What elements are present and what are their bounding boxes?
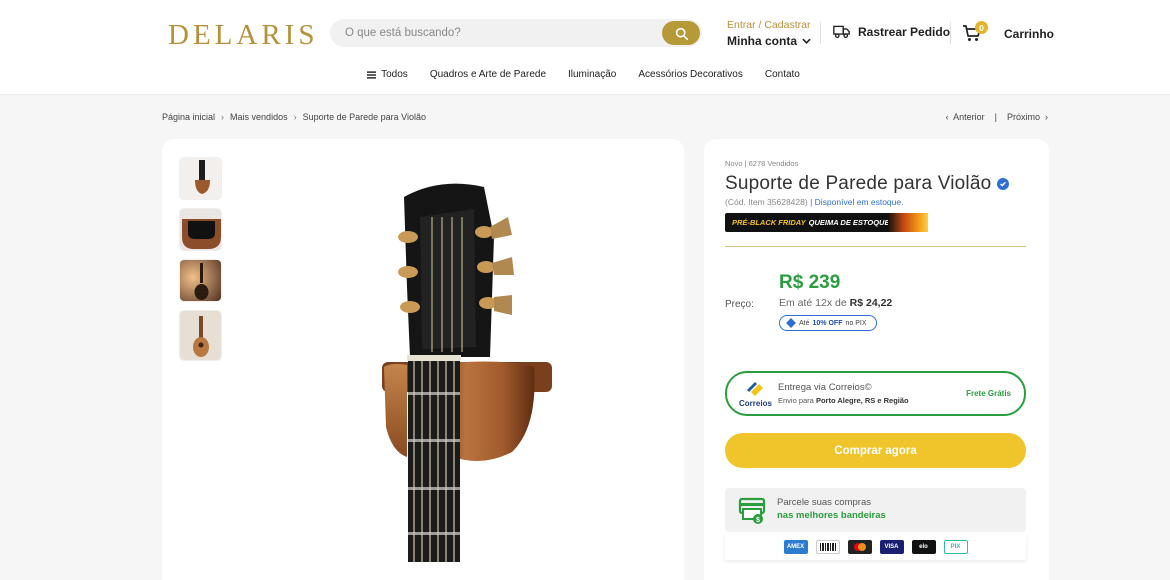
pix-payment-icon: PIX <box>943 540 968 554</box>
nav-item-all[interactable]: Todos <box>367 69 408 80</box>
breadcrumb-best-sellers[interactable]: Mais vendidos <box>230 112 288 122</box>
header-divider <box>820 22 821 44</box>
header-divider <box>950 22 951 44</box>
svg-text:$: $ <box>756 517 760 524</box>
login-register-link[interactable]: Entrar / Cadastrar <box>727 19 811 31</box>
installments-line1: Parcele suas compras <box>777 497 871 508</box>
product-code: (Cód. Item 35628428) <box>725 197 808 207</box>
shipping-destination: Envio para Porto Alegre, RS e Região <box>778 396 909 405</box>
product-title-text: Suporte de Parede para Violão <box>725 173 992 194</box>
installments-box: $ Parcele suas compras nas melhores band… <box>725 488 1026 532</box>
track-order-link[interactable]: Rastrear Pedido <box>833 24 950 39</box>
breadcrumb-current: Suporte de Parede para Violão <box>302 112 427 122</box>
installment-info: Em até 12x de R$ 24,22 <box>779 297 892 309</box>
chevron-left-icon: ‹ <box>945 112 949 122</box>
shipping-destination-prefix: Envio para <box>778 396 814 405</box>
cart-button[interactable]: 0 Carrinho <box>962 21 1055 44</box>
chevron-right-icon: › <box>1045 112 1048 122</box>
nav-item-contact[interactable]: Contato <box>765 69 800 80</box>
site-header: DELARIS Entrar / Cadastrar Minha conta R… <box>0 0 1170 95</box>
product-main-image <box>382 183 552 562</box>
product-price: R$ 239 <box>779 272 841 293</box>
divider <box>725 246 1026 247</box>
fire-icon <box>888 213 928 232</box>
thumbnail-4[interactable] <box>179 310 222 361</box>
boleto-icon <box>815 540 840 554</box>
shipping-box: Correios Entrega via Correios© Envio par… <box>725 371 1026 416</box>
free-shipping-label: Frete Grátis <box>966 389 1011 398</box>
product-title: Suporte de Parede para Violão <box>725 173 1010 195</box>
promo-banner-pre: PRÉ-BLACK FRIDAY <box>732 218 806 227</box>
thumbnail-3[interactable] <box>179 259 222 302</box>
search-button[interactable] <box>662 21 700 45</box>
nav-item-label: Todos <box>381 69 408 80</box>
shipping-destination-place: Porto Alegre, RS e Região <box>815 396 909 405</box>
promo-banner: PRÉ-BLACK FRIDAY QUEIMA DE ESTOQUE <box>725 213 928 232</box>
my-account-toggle[interactable]: Minha conta <box>727 34 811 48</box>
pix-prefix: Até <box>799 319 810 327</box>
product-pager: ‹ Anterior | Próximo › <box>946 112 1048 122</box>
nav-item-wall-art[interactable]: Quadros e Arte de Parede <box>430 69 546 80</box>
thumbnail-2[interactable] <box>179 208 222 251</box>
track-order-label: Rastrear Pedido <box>858 24 951 39</box>
correios-logo: Correios <box>737 380 773 408</box>
shipping-method: Entrega via Correios© <box>778 382 872 393</box>
product-meta: Novo | 6278 Vendidos <box>725 159 799 168</box>
previous-link[interactable]: ‹ Anterior <box>946 112 985 122</box>
product-code-line: (Cód. Item 35628428) | Disponível em est… <box>725 197 903 207</box>
visa-card-icon: VISA <box>879 540 904 554</box>
nav-item-lighting[interactable]: Iluminação <box>568 69 616 80</box>
payment-methods: AMEX VISA elo PIX <box>725 534 1026 560</box>
mastercard-icon <box>847 540 872 554</box>
truck-icon <box>833 25 850 39</box>
verified-badge-icon <box>997 178 1010 190</box>
chevron-down-icon <box>802 38 811 44</box>
breadcrumb: Página inicial › Mais vendidos › Suporte… <box>162 112 426 122</box>
pix-discount-badge: Até 10% OFF no PIX <box>779 315 877 331</box>
nav-item-decor-accessories[interactable]: Acessórios Decorativos <box>638 69 742 80</box>
next-label: Próximo <box>1006 112 1040 122</box>
product-gallery <box>162 139 684 580</box>
store-logo[interactable]: DELARIS <box>168 19 318 52</box>
chevron-right-icon: › <box>293 112 297 122</box>
installment-prefix: Em até 12x de <box>779 297 847 309</box>
correios-logo-text: Correios <box>739 399 772 408</box>
product-info-card: Novo | 6278 Vendidos Suporte de Parede p… <box>704 139 1049 580</box>
pix-discount: 10% OFF <box>812 319 843 327</box>
price-label: Preço: <box>725 299 754 310</box>
cart-label: Carrinho <box>1004 27 1055 41</box>
amex-card-icon: AMEX <box>783 540 808 554</box>
pix-suffix: no PIX <box>845 319 867 327</box>
cart-icon: 0 <box>962 21 988 44</box>
buy-now-button[interactable]: Comprar agora <box>725 433 1026 468</box>
pix-icon <box>786 318 796 328</box>
breadcrumb-home[interactable]: Página inicial <box>162 112 215 122</box>
account-menu[interactable]: Entrar / Cadastrar Minha conta <box>727 19 811 48</box>
elo-card-icon: elo <box>911 540 936 554</box>
search-input[interactable] <box>345 19 645 47</box>
payment-machine-icon: $ <box>738 497 766 524</box>
installment-value: R$ 24,22 <box>849 297 893 309</box>
main-nav: Todos Quadros e Arte de Parede Iluminaçã… <box>0 69 1170 80</box>
pager-divider: | <box>994 112 997 122</box>
promo-banner-main: QUEIMA DE ESTOQUE <box>808 218 890 227</box>
next-link[interactable]: Próximo › <box>1007 112 1048 122</box>
previous-label: Anterior <box>953 112 985 122</box>
thumbnail-1[interactable] <box>179 157 222 200</box>
stock-status: | Disponível em estoque. <box>810 197 904 207</box>
menu-icon <box>367 70 377 79</box>
cart-count-badge: 0 <box>975 21 988 34</box>
chevron-right-icon: › <box>221 112 225 122</box>
search-icon <box>675 27 688 40</box>
my-account-label: Minha conta <box>727 34 798 48</box>
search-bar <box>330 19 702 47</box>
installments-line2: nas melhores bandeiras <box>777 510 886 521</box>
